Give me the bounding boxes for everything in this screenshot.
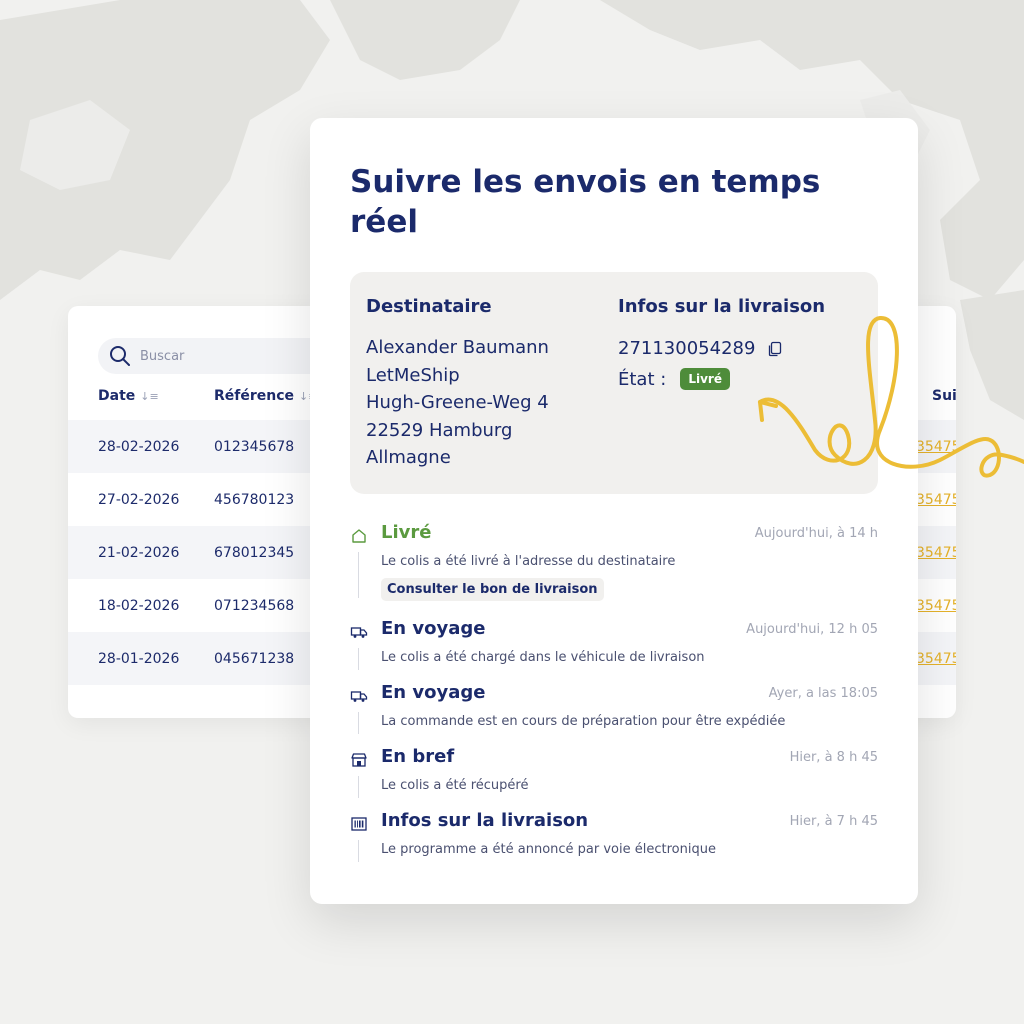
copy-icon[interactable] xyxy=(767,341,783,357)
view-delivery-note-button[interactable]: Consulter le bon de livraison xyxy=(381,578,604,601)
cell-reference: 012345678 xyxy=(214,438,295,455)
tracking-card: Suivre les envois en temps réel Destinat… xyxy=(310,118,918,904)
event-title: En voyage xyxy=(381,682,486,703)
house-icon xyxy=(350,527,368,545)
event-time: Hier, à 7 h 45 xyxy=(789,814,878,829)
cell-tracking-link[interactable]: 35475 xyxy=(916,492,956,508)
event-time: Hier, à 8 h 45 xyxy=(789,750,878,765)
event-description: Le colis a été livré à l'adresse du dest… xyxy=(381,554,676,569)
recipient-country: Allmagne xyxy=(366,447,451,468)
event-description: La commande est en cours de préparation … xyxy=(381,714,786,729)
cell-tracking-link[interactable]: 35475 xyxy=(916,598,956,614)
sort-icon[interactable]: ↓≡ xyxy=(140,390,158,403)
cell-tracking-link[interactable]: 35475 xyxy=(916,439,956,455)
cell-reference: 456780123 xyxy=(214,491,295,508)
timeline-connector xyxy=(358,648,359,670)
event-title: En voyage xyxy=(381,618,486,639)
column-header-date[interactable]: Date ↓≡ xyxy=(98,388,159,404)
column-header-tracking[interactable]: Suiv xyxy=(932,388,956,404)
cell-date: 27-02-2026 xyxy=(98,491,180,508)
barcode-icon xyxy=(350,815,368,833)
timeline-connector xyxy=(358,712,359,734)
event-description: Le colis a été récupéré xyxy=(381,778,529,793)
event-description: Le programme a été annoncé par voie élec… xyxy=(381,842,716,857)
cell-reference: 045671238 xyxy=(214,650,295,667)
truck-icon xyxy=(350,687,368,705)
cell-date: 28-02-2026 xyxy=(98,438,180,455)
cell-reference: 071234568 xyxy=(214,597,295,614)
store-icon xyxy=(350,751,368,769)
tracking-number: 271130054289 xyxy=(618,338,756,359)
event-time: Ayer, a las 18:05 xyxy=(768,686,878,701)
cell-date: 28-01-2026 xyxy=(98,650,180,667)
cell-reference: 678012345 xyxy=(214,544,295,561)
event-time: Aujourd'hui, 12 h 05 xyxy=(746,622,878,637)
recipient-address: Alexander Baumann LetMeShip Hugh-Greene-… xyxy=(366,334,549,472)
delivery-heading: Infos sur la livraison xyxy=(618,296,826,317)
event-time: Aujourd'hui, à 14 h xyxy=(754,526,878,541)
event-title: Livré xyxy=(381,522,432,543)
recipient-street: Hugh-Greene-Weg 4 xyxy=(366,392,549,413)
column-header-reference[interactable]: Référence ↓≡ xyxy=(214,388,317,404)
search-field[interactable]: Buscar xyxy=(98,338,328,374)
event-description: Le colis a été chargé dans le véhicule d… xyxy=(381,650,705,665)
recipient-city: 22529 Hamburg xyxy=(366,419,513,441)
truck-icon xyxy=(350,623,368,641)
recipient-name: Alexander Baumann xyxy=(366,337,549,358)
shipment-info-box: Destinataire Alexander Baumann LetMeShip… xyxy=(350,272,878,494)
delivery-state: État : Livré xyxy=(618,368,730,390)
timeline-connector xyxy=(358,552,359,598)
event-title: Infos sur la livraison xyxy=(381,810,589,831)
search-icon xyxy=(110,346,130,366)
event-title: En bref xyxy=(381,746,455,767)
timeline-connector xyxy=(358,840,359,862)
cell-date: 18-02-2026 xyxy=(98,597,180,614)
cell-tracking-link[interactable]: 35475 xyxy=(916,651,956,667)
recipient-heading: Destinataire xyxy=(366,296,492,317)
page-title: Suivre les envois en temps réel xyxy=(350,164,821,240)
cell-tracking-link[interactable]: 35475 xyxy=(916,545,956,561)
cell-date: 21-02-2026 xyxy=(98,544,180,561)
state-label: État : xyxy=(618,368,667,390)
status-badge: Livré xyxy=(680,368,730,390)
tracking-number-row: 271130054289 xyxy=(618,338,783,359)
timeline-connector xyxy=(358,776,359,798)
recipient-company: LetMeShip xyxy=(366,364,460,386)
search-placeholder: Buscar xyxy=(140,348,185,364)
